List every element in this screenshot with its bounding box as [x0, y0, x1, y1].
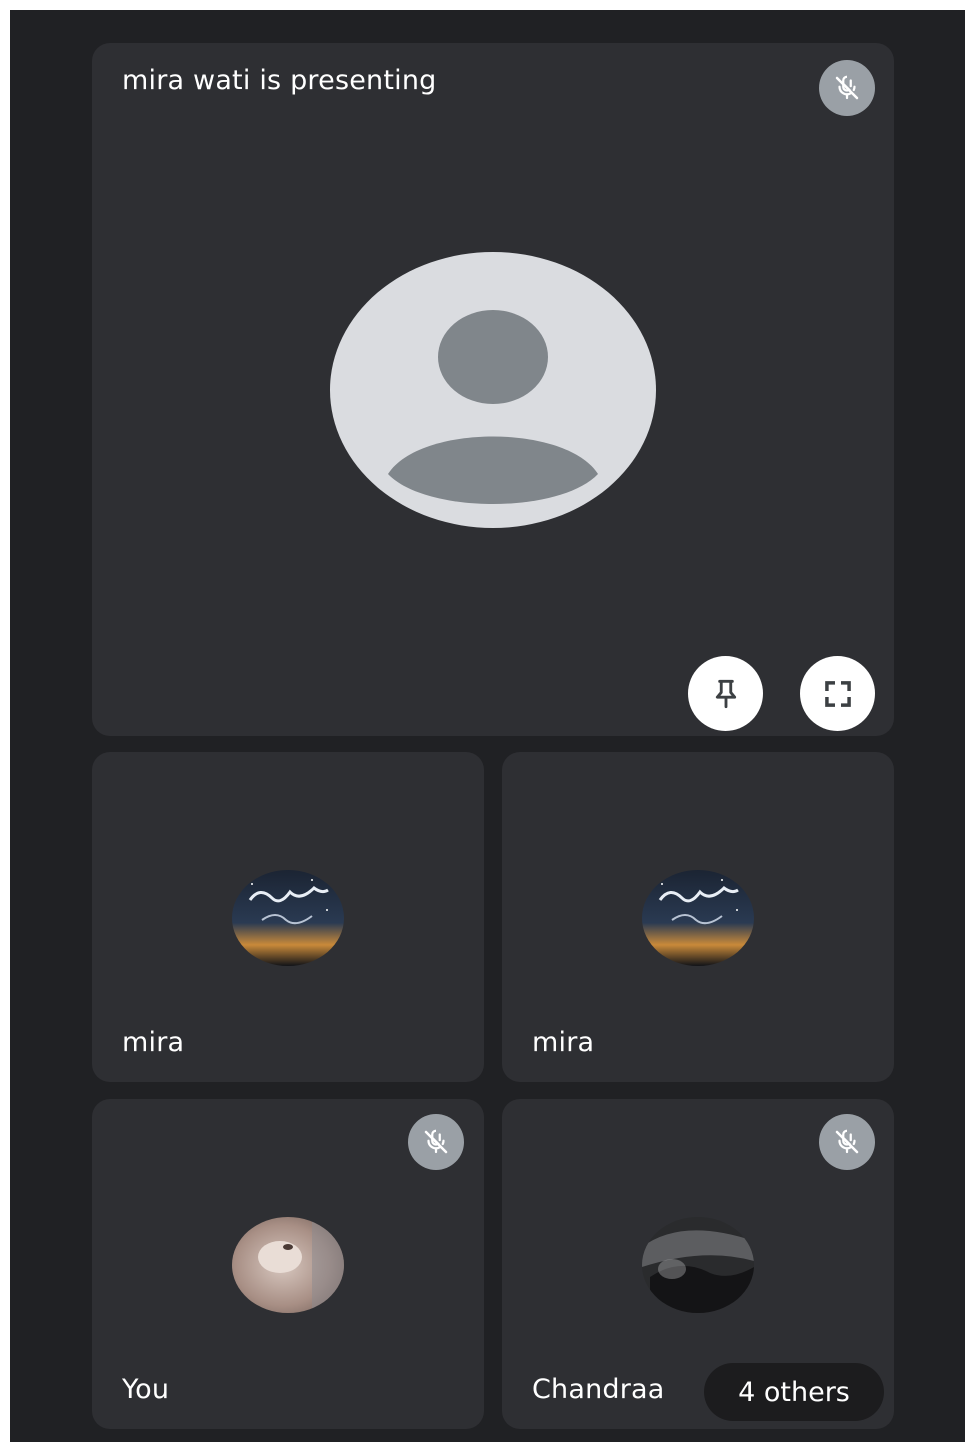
participant-tile-chandraa[interactable]: Chandraa 4 others [502, 1099, 894, 1429]
avatar [232, 1217, 344, 1313]
fullscreen-icon [824, 680, 851, 707]
fullscreen-button[interactable] [800, 656, 875, 731]
participant-name: Chandraa [532, 1374, 665, 1405]
pin-icon [715, 679, 736, 708]
avatar [232, 870, 344, 966]
avatar [642, 1217, 754, 1313]
pin-button[interactable] [688, 656, 763, 731]
presenter-tile[interactable]: mira wati is presenting [92, 43, 894, 736]
avatar [642, 870, 754, 966]
pet-avatar-image [232, 1217, 344, 1313]
mic-off-icon [408, 1114, 464, 1170]
participant-name: mira [532, 1027, 595, 1058]
presenter-title: mira wati is presenting [122, 65, 437, 96]
calligraphy-avatar-image [642, 870, 754, 966]
mic-off-icon [819, 60, 875, 116]
meeting-grid: mira wati is presenting mira mira You Ch… [10, 10, 965, 1442]
mic-off-icon [819, 1114, 875, 1170]
mic-off-icon-glyph [835, 75, 859, 100]
mic-off-icon-glyph [835, 1129, 859, 1154]
placeholder-avatar [330, 252, 656, 528]
calligraphy-avatar-image [232, 870, 344, 966]
participant-name: You [122, 1374, 170, 1405]
participant-tile-mira-2[interactable]: mira [502, 752, 894, 1082]
others-chip[interactable]: 4 others [704, 1363, 884, 1421]
participant-tile-you[interactable]: You [92, 1099, 484, 1429]
participant-tile-mira-1[interactable]: mira [92, 752, 484, 1082]
car-avatar-image [642, 1217, 754, 1313]
participant-name: mira [122, 1027, 185, 1058]
mic-off-icon-glyph [424, 1129, 448, 1154]
